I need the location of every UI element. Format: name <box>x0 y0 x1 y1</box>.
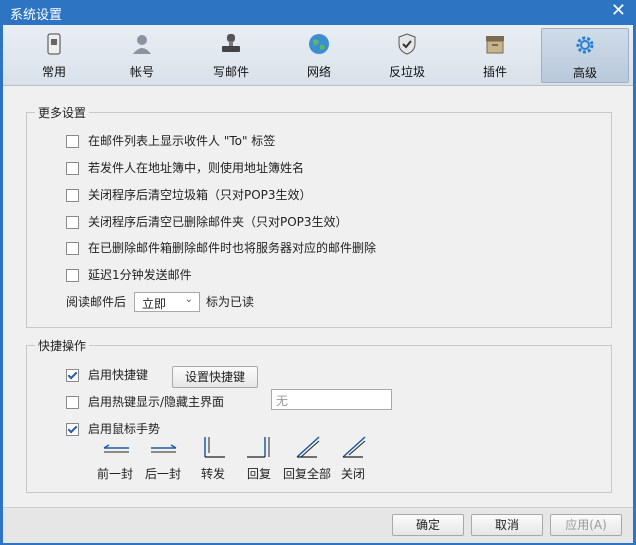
apply-button[interactable]: 应用(A) <box>550 514 622 536</box>
more-settings-legend: 更多设置 <box>38 106 87 120</box>
read-suffix-label: 标为已读 <box>206 295 255 309</box>
chevron-down-icon: ⌄ <box>184 294 193 305</box>
tab-label: 写邮件 <box>212 65 249 79</box>
mark-read-select[interactable]: 立即 ⌄ <box>134 292 200 312</box>
tab-label: 常用 <box>41 65 66 79</box>
arrow-diagonal-icon <box>342 436 366 458</box>
dialog-footer: 确定 取消 应用(A) <box>3 507 633 543</box>
shortcuts-legend: 快捷操作 <box>38 339 87 353</box>
arrow-down-left-icon <box>247 437 270 458</box>
option-label: 启用快捷键 <box>88 368 149 382</box>
tab-network[interactable]: 网络 <box>276 28 362 81</box>
title-bar: 系统设置 ✕ <box>0 0 636 24</box>
gesture-label: 后一封 <box>144 467 181 481</box>
gesture-previous: 前一封 <box>95 435 135 483</box>
option-label: 在已删除邮件箱删除邮件时也将服务器对应的邮件删除 <box>88 241 377 255</box>
checkbox[interactable] <box>66 369 79 382</box>
ok-button[interactable]: 确定 <box>392 514 464 536</box>
close-icon[interactable]: ✕ <box>611 1 626 21</box>
settings-window: 系统设置 ✕ 常用 帐号 写邮件 网络 反垃圾 插件 高级 更多设置 在邮件列表… <box>0 0 636 545</box>
cancel-button[interactable]: 取消 <box>471 514 543 536</box>
arrow-down-right-icon <box>204 437 225 458</box>
gear-icon <box>576 36 594 54</box>
gesture-forward: 转发 <box>193 435 233 483</box>
gesture-close: 关闭 <box>333 435 373 483</box>
shield-icon <box>398 33 416 55</box>
arrow-right-icon <box>151 444 177 453</box>
tab-label: 插件 <box>482 65 507 79</box>
checkbox[interactable] <box>66 423 79 436</box>
stamp-icon <box>222 34 240 52</box>
checkbox[interactable] <box>66 162 79 175</box>
option-label: 延迟1分钟发送邮件 <box>88 268 192 282</box>
checkbox[interactable] <box>66 216 79 229</box>
gesture-label: 关闭 <box>340 467 365 481</box>
tab-compose[interactable]: 写邮件 <box>188 28 274 81</box>
checkbox[interactable] <box>66 135 79 148</box>
window-title: 系统设置 <box>10 8 63 23</box>
client-area: 常用 帐号 写邮件 网络 反垃圾 插件 高级 更多设置 在邮件列表上显示收件人 … <box>3 25 633 543</box>
tab-bar: 常用 帐号 写邮件 网络 反垃圾 插件 高级 <box>3 25 633 86</box>
option-label: 在邮件列表上显示收件人 "To" 标签 <box>88 134 276 148</box>
tab-label: 反垃圾 <box>388 65 425 79</box>
option-label: 若发件人在地址簿中，则使用地址簿姓名 <box>88 161 305 175</box>
globe-icon <box>309 34 329 54</box>
tab-general[interactable]: 常用 <box>11 28 97 81</box>
option-label: 启用热键显示/隐藏主界面 <box>88 395 225 409</box>
gesture-reply: 回复 <box>239 435 279 483</box>
gesture-next: 后一封 <box>143 435 183 483</box>
checkbox[interactable] <box>66 269 79 282</box>
tab-plugins[interactable]: 插件 <box>452 28 538 81</box>
select-value: 立即 <box>142 297 167 311</box>
option-label: 关闭程序后清空已删除邮件夹（只对POP3生效） <box>88 215 348 229</box>
arrow-diagonal-icon <box>296 436 320 458</box>
tab-advanced[interactable]: 高级 <box>541 28 629 83</box>
phone-icon <box>47 33 61 55</box>
set-hotkeys-button[interactable]: 设置快捷键 <box>172 366 258 388</box>
tab-antispam[interactable]: 反垃圾 <box>364 28 450 81</box>
tab-account[interactable]: 帐号 <box>99 28 185 81</box>
hotkey-field[interactable]: 无 <box>271 389 392 410</box>
checkbox[interactable] <box>66 189 79 202</box>
gesture-reply-all: 回复全部 <box>283 435 331 483</box>
user-icon <box>133 35 151 54</box>
arrow-left-icon <box>103 444 129 453</box>
tab-label: 高级 <box>572 66 597 80</box>
read-prefix-label: 阅读邮件后 <box>66 295 127 309</box>
option-label: 关闭程序后清空垃圾箱（只对POP3生效） <box>88 188 312 202</box>
tab-label: 帐号 <box>129 65 154 79</box>
tab-label: 网络 <box>306 65 331 79</box>
box-icon <box>486 36 504 54</box>
checkbox[interactable] <box>66 396 79 409</box>
checkbox[interactable] <box>66 242 79 255</box>
